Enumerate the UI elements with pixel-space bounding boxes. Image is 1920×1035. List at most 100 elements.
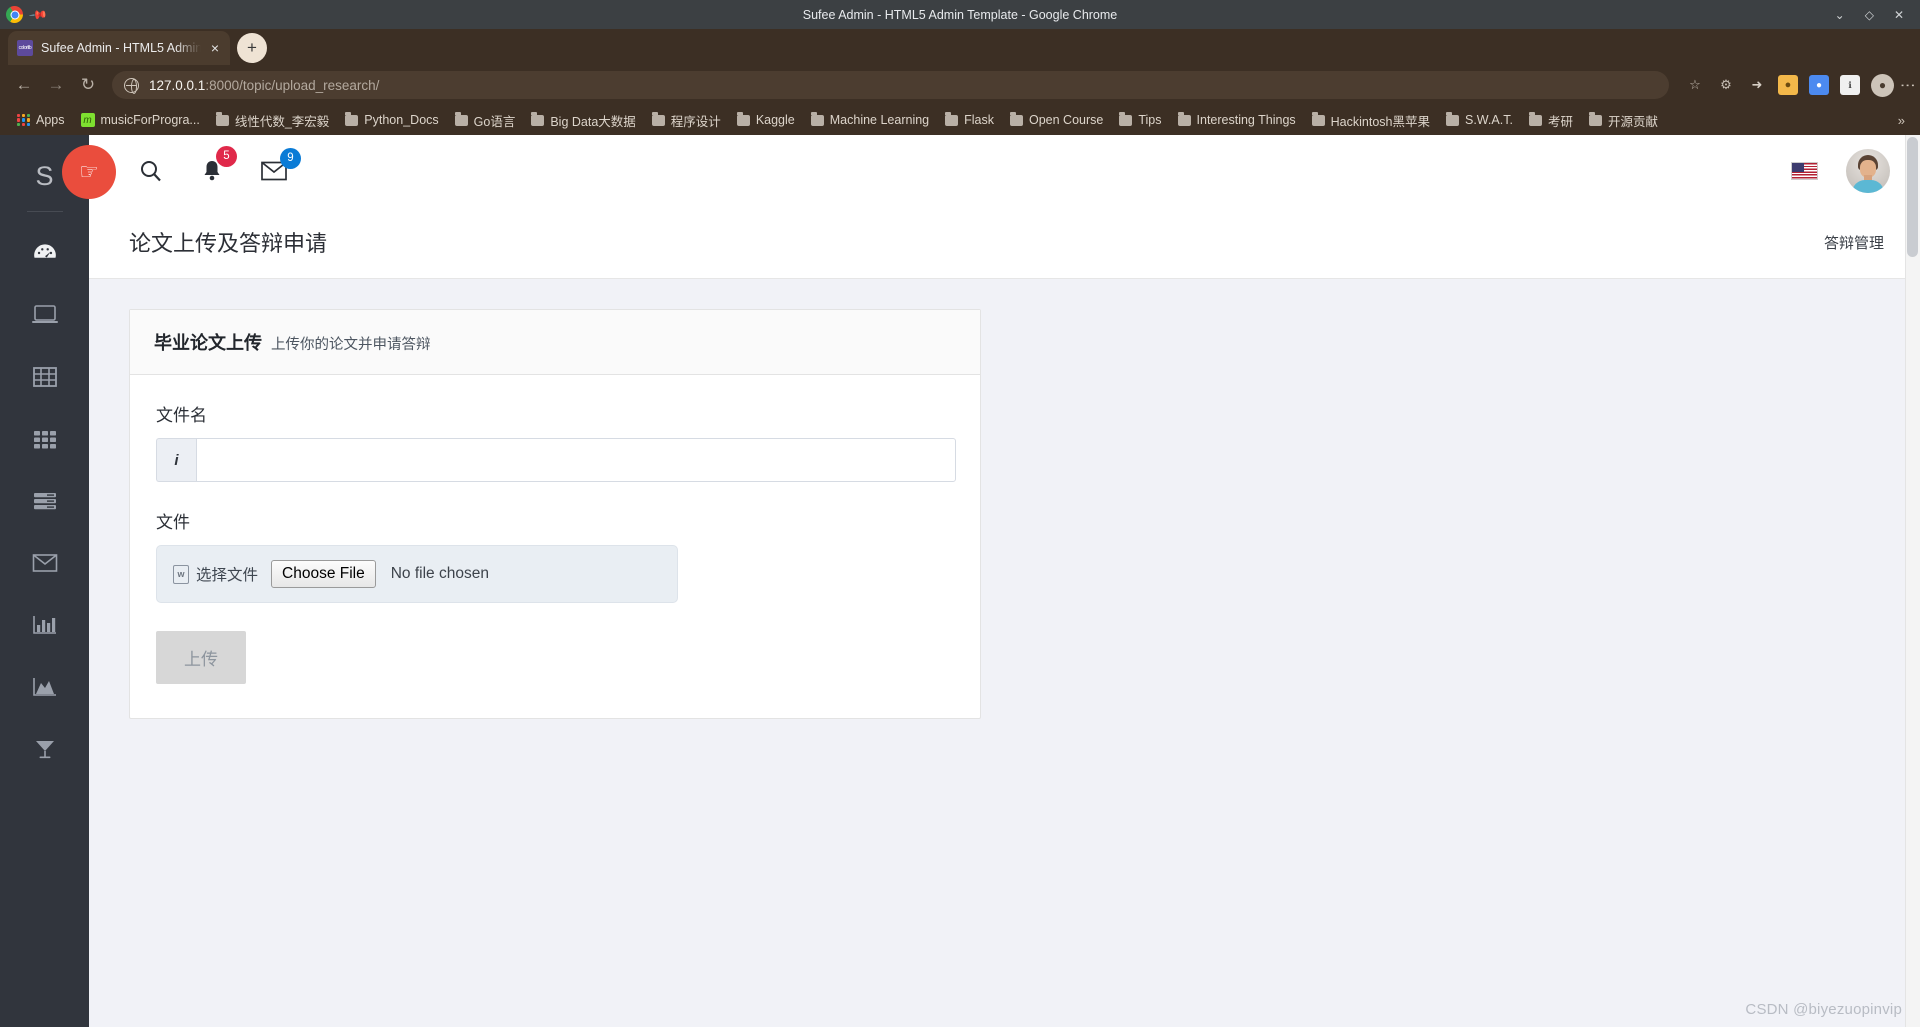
bookmark-tips[interactable]: Tips [1111,112,1169,127]
address-bar[interactable]: 127.0.0.1:8000/topic/upload_research/ [112,71,1669,99]
avatar[interactable] [1846,148,1890,193]
sidebar-item-tables[interactable] [0,346,89,408]
bookmarks-bar: Apps m musicForProgra... 线性代数_李宏毅 Python… [0,105,1920,135]
ext-gold-icon[interactable]: ● [1778,75,1798,95]
us-flag-icon[interactable] [1791,161,1818,180]
page-title: 论文上传及答辩申请 [129,231,328,256]
bookmark-musicforprogramming[interactable]: m musicForProgra... [73,113,208,127]
new-tab-button[interactable]: + [237,33,267,63]
bookmark-linear-algebra[interactable]: 线性代数_李宏毅 [208,111,337,130]
bookmark-golang[interactable]: Go语言 [447,111,524,130]
maximize-button[interactable]: ◇ [1865,8,1874,22]
filename-input[interactable] [196,438,956,482]
bookmark-flask[interactable]: Flask [937,112,1002,127]
sidebar-item-charts[interactable] [0,594,89,656]
bookmark-label: Kaggle [755,113,795,127]
file-status-text: No file chosen [390,565,489,582]
folder-icon [945,112,959,126]
laptop-icon [31,303,59,327]
music-icon: m [80,113,95,127]
sidebar-item-apps[interactable] [0,408,89,470]
close-window-button[interactable]: ✕ [1894,8,1904,22]
area-chart-icon [32,676,58,698]
window-titlebar: 📌 Sufee Admin - HTML5 Admin Template - G… [0,0,1920,29]
sidebar-item-forms[interactable] [0,470,89,532]
bookmark-swat[interactable]: S.W.A.T. [1438,112,1521,127]
bookmark-label: musicForProgra... [100,113,200,127]
back-button[interactable]: ← [10,71,38,99]
messages-envelope[interactable]: 9 [261,147,301,181]
watermark-text: CSDN @biyezuopinvip [1745,1001,1902,1018]
bookmark-machine-learning[interactable]: Machine Learning [803,112,937,127]
header-icon-group: 5 9 [89,145,301,183]
bookmark-python-docs[interactable]: Python_Docs [337,112,446,127]
forward-button[interactable]: → [42,71,70,99]
bookmark-label: Flask [964,113,994,127]
chrome-menu-icon[interactable]: ⋮ [1899,78,1916,93]
avatar-body [1852,179,1884,193]
bookmark-label: 开源贡献 [1607,114,1658,129]
folder-icon [454,112,468,126]
bookmark-label: 程序设计 [670,114,721,129]
scrollbar-thumb[interactable] [1907,137,1918,257]
sidebar-divider [26,211,63,212]
hand-pointer-icon[interactable]: ☞ [62,145,116,199]
extension-puzzle-icon[interactable]: ⚙ [1716,75,1736,95]
bookmark-label: Hackintosh黑苹果 [1330,114,1430,129]
app-header: ☞ 5 9 [62,135,1920,206]
tab-title: Sufee Admin - HTML5 Admin Template [41,41,201,55]
ext-blue-icon[interactable]: ● [1809,75,1829,95]
list-icon [32,490,58,512]
sidebar-item-maps[interactable] [0,656,89,718]
bookmark-kaggle[interactable]: Kaggle [729,112,803,127]
notification-count-badge: 5 [216,145,237,167]
titlebar-left-group: 📌 [0,4,49,25]
bookmark-hackintosh[interactable]: Hackintosh黑苹果 [1304,111,1438,130]
sidebar-item-extras[interactable] [0,718,89,780]
pin-icon[interactable]: 📌 [28,4,48,24]
file-label: 文件 [156,513,190,532]
choose-file-button[interactable]: Choose File [271,560,376,588]
tab-close-icon[interactable]: × [209,41,221,55]
sidebar-item-widgets[interactable] [0,284,89,346]
page-scrollbar[interactable] [1905,135,1920,1027]
search-icon[interactable] [139,159,163,183]
info-icon: i [156,438,196,482]
notifications-bell[interactable]: 5 [201,145,237,183]
bookmark-label: Python_Docs [364,113,439,127]
filename-input-group: i [156,438,956,482]
bookmark-interesting-things[interactable]: Interesting Things [1170,112,1304,127]
bookmark-program-design[interactable]: 程序设计 [644,111,729,130]
filename-label: 文件名 [156,406,207,425]
reload-button[interactable]: ↻ [74,71,102,99]
bookmark-label: 线性代数_李宏毅 [234,114,330,129]
minimize-button[interactable]: ⌄ [1835,8,1845,22]
folder-icon [1010,112,1023,126]
folder-icon [1446,112,1459,126]
folder-icon [531,112,545,126]
bookmark-star-icon[interactable]: ☆ [1685,75,1705,95]
profile-icon[interactable]: ● [1871,73,1894,97]
sidebar-item-mail[interactable] [0,532,89,594]
breadcrumb[interactable]: 答辩管理 [1824,232,1884,253]
bookmark-kaoyan[interactable]: 考研 [1521,111,1581,130]
upload-submit-button[interactable]: 上传 [156,631,246,684]
globe-icon [124,77,139,94]
bookmarks-overflow-icon[interactable]: » [1898,113,1911,128]
word-document-icon: w [173,564,189,584]
bookmark-label: Go语言 [473,114,516,129]
message-count-badge: 9 [280,147,301,169]
toolbar-icon-group: ☆ ⚙ ➜ ● ● ℹ ● ⋮ [1679,73,1916,97]
browser-tab[interactable]: colorlib Sufee Admin - HTML5 Admin Templ… [8,31,230,65]
folder-icon [1528,112,1542,126]
bookmark-bigdata[interactable]: Big Data大数据 [523,111,643,130]
ext-light-icon[interactable]: ℹ [1840,75,1860,95]
bookmark-open-course[interactable]: Open Course [1002,112,1111,127]
sidebar-item-dashboard[interactable] [0,222,89,284]
bookmark-opensource[interactable]: 开源贡献 [1581,111,1666,130]
url-host: 127.0.0.1 [149,77,206,93]
file-upload-field[interactable]: w 选择文件 Choose File No file chosen [156,545,678,603]
share-icon[interactable]: ➜ [1747,75,1767,95]
url-path: :8000/topic/upload_research/ [205,77,380,93]
bookmark-apps[interactable]: Apps [9,113,73,127]
